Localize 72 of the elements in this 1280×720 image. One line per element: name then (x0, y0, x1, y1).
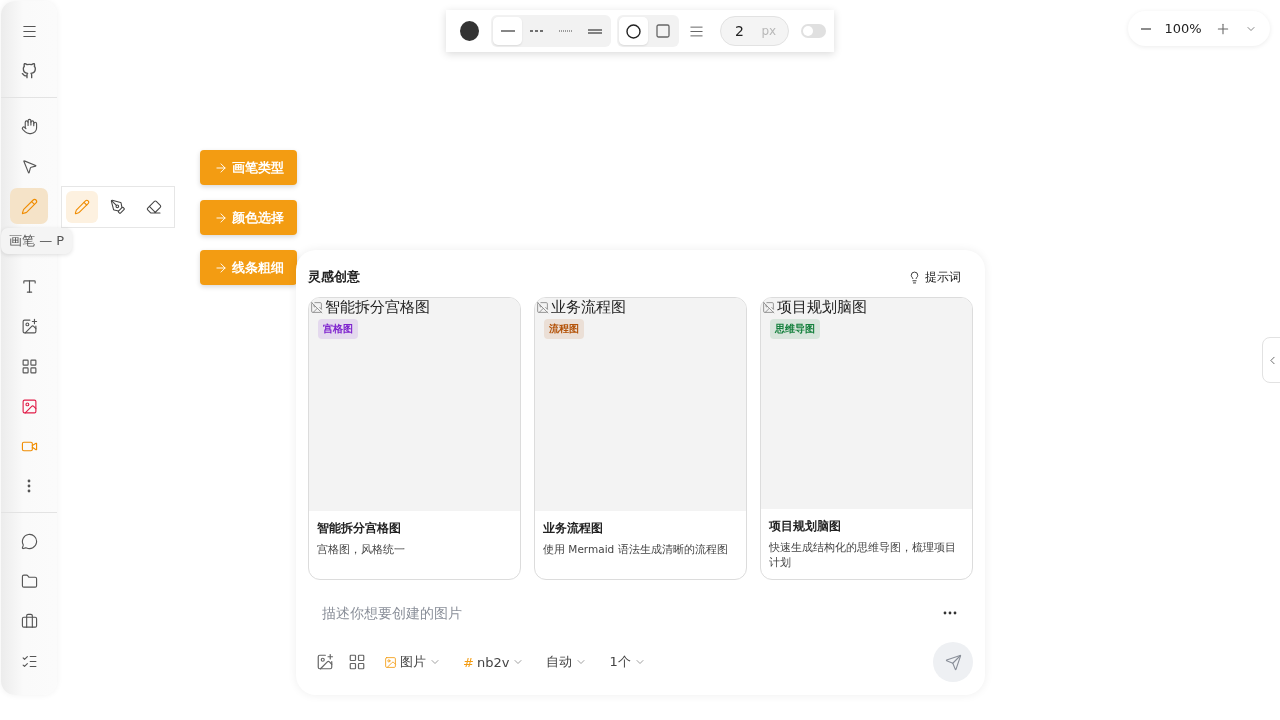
solid-line-icon (500, 29, 515, 33)
toggle-switch[interactable] (801, 24, 826, 38)
option-dropdown[interactable]: 自动 (542, 653, 592, 671)
card-description: 宫格图，风格统一 (317, 542, 406, 557)
square-icon (655, 24, 670, 38)
more-button[interactable] (943, 611, 957, 615)
double-line-icon (587, 28, 602, 34)
category-tag: 思维导图 (770, 319, 820, 339)
grid-icon (20, 357, 38, 375)
broken-image-icon (762, 301, 775, 314)
broken-image-icon (310, 301, 323, 314)
thickness-button[interactable] (689, 23, 705, 39)
pointer-icon (20, 157, 38, 175)
category-tag: 宫格图 (318, 319, 358, 339)
shape-button[interactable] (619, 17, 649, 45)
circle-icon (626, 23, 642, 39)
width-field[interactable]: 2 px (720, 16, 790, 46)
unit-label: px (761, 24, 777, 38)
card-title: 智能拆分宫格图 (317, 520, 402, 537)
more-icon (27, 479, 31, 493)
pen-icon (110, 199, 126, 215)
chat-icon (20, 532, 38, 550)
ellipsis-icon (943, 611, 957, 615)
tooltip: 画笔 — P (1, 228, 73, 254)
image-alt-text: 业务流程图 (551, 298, 626, 317)
dashed-line-icon (529, 29, 544, 33)
briefcase-icon (20, 612, 38, 630)
send-icon (944, 653, 962, 671)
send-button[interactable] (933, 642, 973, 682)
line-style-button[interactable] (493, 17, 523, 45)
arrow-right-icon (213, 260, 228, 275)
folder-icon (20, 572, 38, 590)
image-alt-text: 项目规划脑图 (777, 298, 867, 317)
card-title: 业务流程图 (543, 520, 604, 537)
image-icon (20, 397, 38, 415)
lightbulb-icon (908, 270, 921, 284)
template-button[interactable] (348, 653, 366, 671)
arrow-right-icon (213, 160, 228, 175)
width-value: 2 (735, 23, 744, 39)
pencil-icon (74, 199, 90, 215)
cat-icon (21, 63, 37, 79)
template-card[interactable]: 业务流程图 流程图 业务流程图 使用 Mermaid 语法生成清晰的流程图 (534, 297, 747, 580)
zoom-value: 100% (1164, 21, 1202, 36)
eraser-icon (146, 199, 162, 215)
card-title: 项目规划脑图 (769, 517, 842, 535)
minus-icon (1140, 27, 1151, 30)
grid-icon (348, 653, 366, 671)
arrow-right-icon (213, 210, 228, 225)
image-alt-text: 智能拆分宫格图 (325, 298, 430, 317)
image-plus-icon (20, 317, 38, 335)
option-dropdown[interactable]: # nb2v (459, 654, 529, 670)
broken-image-icon (536, 301, 549, 314)
prompt-button[interactable]: 提示词 (908, 268, 973, 286)
template-card[interactable]: 项目规划脑图 思维导图 项目规划脑图 快速生成结构化的思维导图，梳理项目计划 (760, 297, 973, 580)
panel-title: 灵感创意 (308, 268, 360, 286)
option-dropdown[interactable]: 1个 (605, 653, 650, 671)
lines-icon (689, 23, 705, 39)
option-dropdown[interactable]: 图片 (380, 653, 445, 671)
zoom-out-button[interactable] (1140, 27, 1151, 30)
card-description: 快速生成结构化的思维导图，梳理项目计划 (769, 539, 957, 570)
card-description: 使用 Mermaid 语法生成清晰的流程图 (543, 542, 729, 557)
color-swatch[interactable] (460, 21, 480, 41)
upload-image-button[interactable] (316, 653, 334, 671)
text-icon (20, 277, 38, 295)
pencil-icon (20, 197, 38, 215)
image-plus-icon (316, 653, 334, 671)
image-icon (384, 655, 397, 669)
category-tag: 流程图 (544, 319, 584, 339)
dotted-line-icon (558, 29, 573, 33)
hand-icon (20, 117, 38, 135)
tool-button[interactable] (10, 188, 48, 224)
template-card[interactable]: 智能拆分宫格图 宫格图 智能拆分宫格图 宫格图，风格统一 (308, 297, 521, 580)
